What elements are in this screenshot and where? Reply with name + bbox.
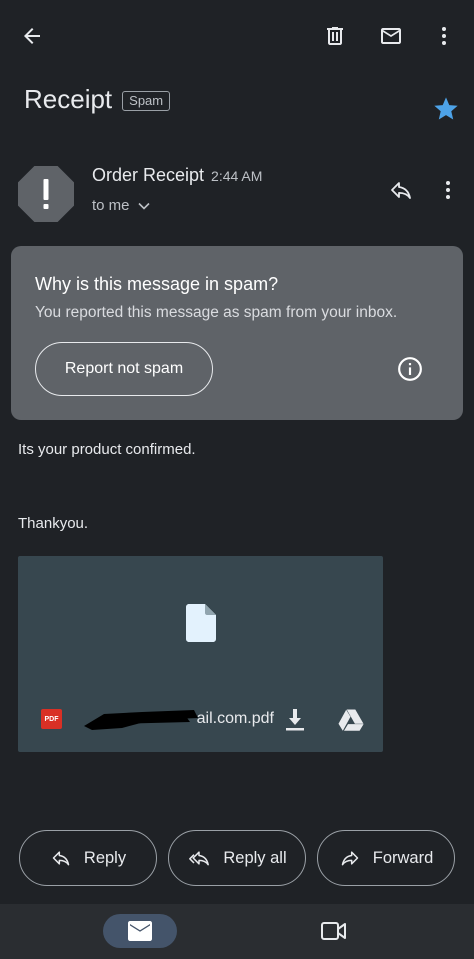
forward-arrow-icon xyxy=(341,851,358,866)
nav-mail-tab[interactable] xyxy=(103,914,177,948)
email-subject: Receipt xyxy=(24,84,113,114)
spam-notice-title: Why is this message in spam? xyxy=(35,274,279,294)
message-more-vert-icon[interactable] xyxy=(436,178,460,202)
reply-arrow-icon xyxy=(52,851,70,866)
attachment-file-name-wrap: ail.com.pdf xyxy=(82,708,282,732)
info-icon[interactable] xyxy=(397,356,423,387)
spam-label-chip[interactable]: Spam xyxy=(122,90,171,111)
top-app-bar xyxy=(0,0,474,72)
chevron-down-icon xyxy=(137,202,150,210)
report-not-spam-button[interactable]: Report not spam xyxy=(35,342,213,396)
recipient-label: to me xyxy=(92,197,130,214)
reply-all-button-label: Reply all xyxy=(223,848,287,867)
pdf-file-icon: PDF xyxy=(41,709,62,729)
forward-button-label: Forward xyxy=(372,848,434,867)
pdf-attachment-card[interactable]: PDF ail.com.pdf xyxy=(18,556,383,752)
alert-octagon-avatar-icon xyxy=(18,166,74,222)
nav-meet-video-icon[interactable] xyxy=(321,921,347,946)
recipient-details-toggle[interactable]: to me xyxy=(92,197,262,214)
more-vert-icon[interactable] xyxy=(432,24,456,48)
back-arrow-icon[interactable] xyxy=(20,24,44,48)
attachment-file-name: ail.com.pdf xyxy=(196,710,274,727)
spam-notice-description: You reported this message as spam from y… xyxy=(35,304,398,321)
sender-name[interactable]: Order Receipt xyxy=(92,165,204,186)
email-time: 2:44 AM xyxy=(211,168,263,184)
sender-block: Order Receipt 2:44 AM to me xyxy=(92,165,262,214)
reply-button[interactable]: Reply xyxy=(19,830,157,886)
subject-row: Receipt Spam xyxy=(24,84,171,115)
save-to-drive-icon[interactable] xyxy=(338,709,364,736)
mark-unread-mail-icon[interactable] xyxy=(378,24,404,48)
spam-notice-card: Why is this message in spam? You reporte… xyxy=(11,246,463,420)
reply-all-icon xyxy=(189,851,210,866)
email-body-line: Its your product confirmed. xyxy=(18,441,196,458)
forward-button[interactable]: Forward xyxy=(317,830,455,886)
redaction-mark xyxy=(84,710,198,730)
delete-trash-icon[interactable] xyxy=(323,24,347,48)
reply-button-label: Reply xyxy=(83,848,127,867)
reply-all-button[interactable]: Reply all xyxy=(168,830,306,886)
bottom-navigation xyxy=(0,904,474,959)
download-icon[interactable] xyxy=(285,709,305,736)
reply-icon[interactable] xyxy=(388,178,414,202)
email-body-line: Thankyou. xyxy=(18,515,89,532)
star-icon[interactable] xyxy=(432,95,460,128)
mail-filled-icon xyxy=(128,921,152,941)
document-icon xyxy=(186,604,216,647)
